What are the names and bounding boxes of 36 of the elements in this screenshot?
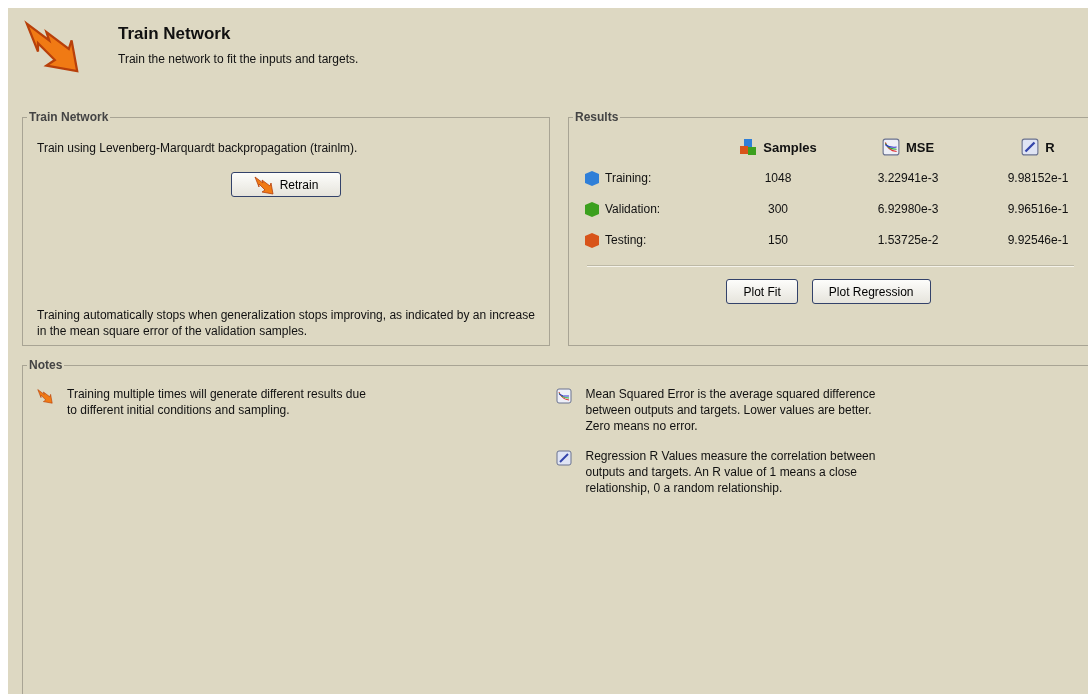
chart-icon bbox=[555, 388, 572, 404]
arrow-icon bbox=[24, 18, 80, 74]
panel-title: Results bbox=[574, 110, 620, 124]
panel-title: Train Network bbox=[28, 110, 110, 124]
page-subtitle: Train the network to fit the inputs and targets. bbox=[118, 52, 359, 66]
row-label: Validation: bbox=[605, 202, 661, 216]
arrow-icon bbox=[253, 174, 274, 195]
table-cell: 1048 bbox=[764, 171, 792, 185]
cubes-icon bbox=[739, 138, 758, 156]
table-cell: 3.22941e-3 bbox=[877, 171, 939, 185]
regression-icon bbox=[1021, 138, 1040, 156]
note-text: Mean Squared Error is the average squared difference between outputs and targets. Lower values are better. Zero means no error. bbox=[585, 386, 877, 434]
training-note: Training automatically stops when generalization stops improving, as indicated by an increase in the mean square error of the validation samples. bbox=[37, 307, 535, 339]
column-header: Samples bbox=[763, 139, 817, 155]
arrow-icon bbox=[37, 388, 53, 404]
table-cell: 6.92980e-3 bbox=[877, 202, 939, 216]
table-cell: 9.98152e-1 bbox=[1007, 171, 1069, 185]
table-cell: 9.92546e-1 bbox=[1007, 233, 1069, 247]
panel-title: Notes bbox=[28, 358, 64, 372]
table-cell: 150 bbox=[768, 233, 788, 247]
column-header: MSE bbox=[905, 139, 935, 155]
table-cell: 9.96516e-1 bbox=[1007, 202, 1069, 216]
page-title: Train Network bbox=[118, 24, 232, 44]
retrain-button[interactable]: Retrain bbox=[230, 172, 342, 197]
chart-icon bbox=[881, 138, 900, 156]
note-text: Regression R Values measure the correlation between outputs and targets. An R value of 1 means a close relationship, 0 a random relationship. bbox=[585, 448, 877, 496]
note-text: Training multiple times will generate different results due to different initial conditions and sampling. bbox=[67, 386, 367, 418]
row-label: Testing: bbox=[605, 233, 647, 247]
row-label: Training: bbox=[605, 171, 652, 185]
plot-button[interactable]: Plot Regression bbox=[811, 279, 931, 304]
regression-icon bbox=[555, 450, 572, 466]
table-cell: 300 bbox=[768, 202, 788, 216]
method-text: Train using Levenberg-Marquardt backpropagation (trainlm). bbox=[37, 140, 359, 156]
table-cell: 1.53725e-2 bbox=[877, 233, 939, 247]
plot-button[interactable]: Plot Fit bbox=[726, 279, 798, 304]
column-header: R bbox=[1045, 139, 1055, 155]
